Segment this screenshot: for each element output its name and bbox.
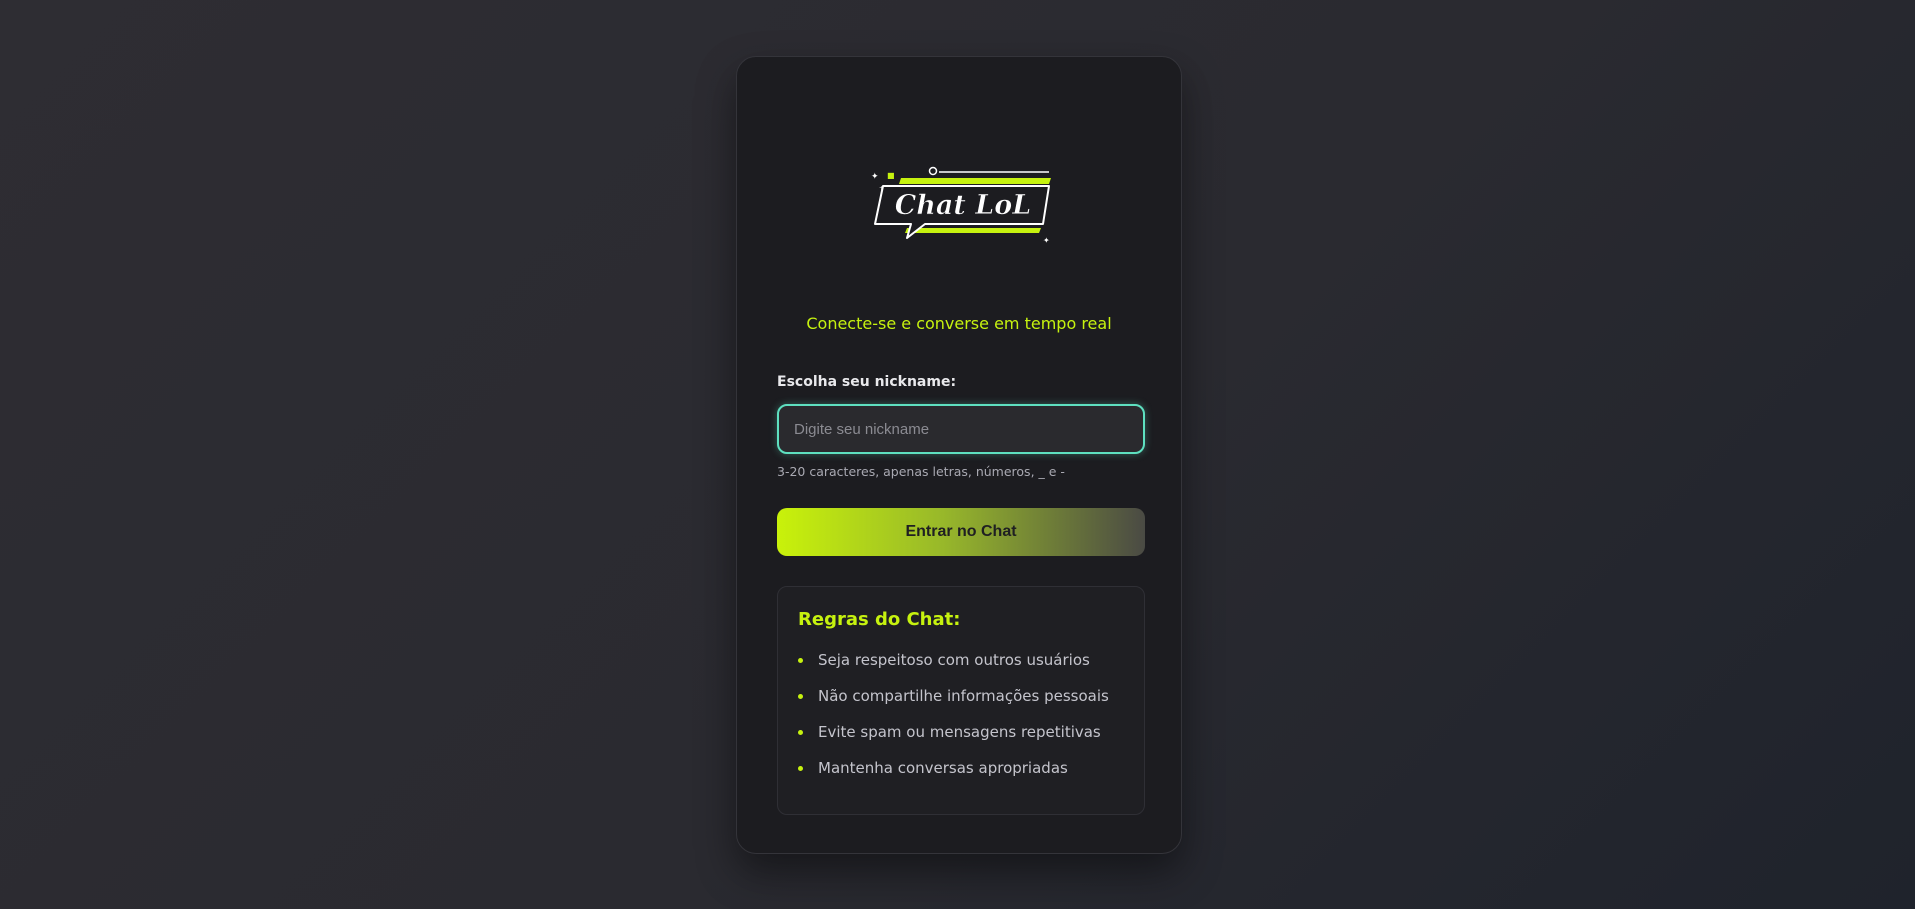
nickname-input[interactable] — [777, 404, 1145, 454]
rules-list: Seja respeitoso com outros usuários Não … — [798, 650, 1124, 794]
nickname-hint: 3-20 caracteres, apenas letras, números,… — [777, 464, 1065, 479]
tagline: Conecte-se e converse em tempo real — [806, 314, 1112, 333]
chat-rules-box: Regras do Chat: Seja respeitoso com outr… — [777, 586, 1145, 815]
nickname-label: Escolha seu nickname: — [777, 374, 957, 390]
svg-text:Chat LoL: Chat LoL — [895, 190, 1031, 221]
svg-text:✦: ✦ — [871, 172, 879, 182]
rule-item: Evite spam ou mensagens repetitivas — [798, 722, 1124, 758]
svg-text:✦: ✦ — [1043, 236, 1050, 244]
enter-chat-button[interactable]: Entrar no Chat — [777, 508, 1145, 556]
rules-title: Regras do Chat: — [798, 609, 961, 630]
svg-text:+: + — [879, 185, 884, 192]
rule-item: Não compartilhe informações pessoais — [798, 686, 1124, 722]
chat-lol-logo: ✦ ■ ✦ + Chat LoL — [871, 166, 1051, 244]
svg-text:■: ■ — [887, 171, 895, 180]
rule-item: Seja respeitoso com outros usuários — [798, 650, 1124, 686]
rule-item: Mantenha conversas apropriadas — [798, 758, 1124, 794]
login-card: ✦ ■ ✦ + Chat LoL Conecte-se e converse e… — [736, 56, 1182, 854]
